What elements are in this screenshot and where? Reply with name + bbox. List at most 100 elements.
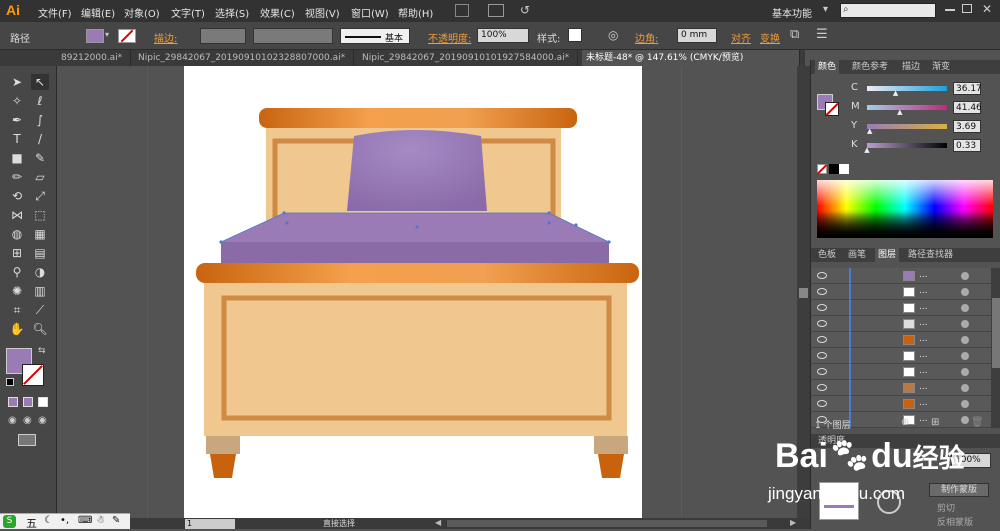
horizontal-scrollbar[interactable] <box>447 520 767 527</box>
menu-view[interactable]: 视图(V) <box>305 5 340 20</box>
punctuation-icon[interactable]: •, <box>60 515 69 526</box>
channel-value-field[interactable]: 36.17 <box>953 82 982 95</box>
menu-effect[interactable]: 效果(C) <box>260 5 295 20</box>
artboard[interactable] <box>184 66 642 518</box>
fill-swatch[interactable] <box>86 29 104 43</box>
column-graph-tool-icon[interactable]: ▥ <box>31 283 49 299</box>
color-mode-icon[interactable] <box>8 397 18 407</box>
clip-checkbox-label[interactable]: 剪切 <box>937 501 955 514</box>
gradient-mode-icon[interactable] <box>23 397 33 407</box>
tab-document-1[interactable]: 89212000.ai* <box>57 50 131 66</box>
slider-handle-icon[interactable]: ▲ <box>897 108 902 116</box>
chevron-down-icon[interactable]: ▾ <box>823 4 828 15</box>
layer-name[interactable]: ... <box>919 334 928 344</box>
target-circle-icon[interactable] <box>961 352 969 360</box>
target-circle-icon[interactable] <box>961 320 969 328</box>
layer-name[interactable]: ... <box>919 398 928 408</box>
tab-brushes[interactable]: 画笔 <box>845 248 869 262</box>
visibility-eye-icon[interactable] <box>817 336 827 343</box>
corner-field[interactable]: 0 mm <box>677 28 717 43</box>
zoom-tool-icon[interactable]: 🔍︎ <box>31 321 49 337</box>
delete-layer-icon[interactable]: 🗑︎ <box>971 417 984 428</box>
gradient-tool-icon[interactable]: ▤ <box>31 245 49 261</box>
black-swatch[interactable] <box>829 164 839 174</box>
type-tool-icon[interactable]: T <box>8 131 26 147</box>
visibility-eye-icon[interactable] <box>817 400 827 407</box>
target-circle-icon[interactable] <box>961 416 969 424</box>
panel-menu-icon[interactable]: ☰ <box>816 27 828 42</box>
skin-icon[interactable]: ☃ <box>96 515 105 526</box>
ime-logo-icon[interactable]: S <box>3 515 16 528</box>
layer-name[interactable]: ... <box>919 302 928 312</box>
channel-value-field[interactable]: 3.69 <box>953 120 981 133</box>
workspace-switcher[interactable]: 基本功能 <box>772 5 812 20</box>
search-input[interactable]: ⌕ <box>840 3 936 18</box>
target-circle-icon[interactable] <box>961 336 969 344</box>
channel-slider-track[interactable] <box>867 105 947 110</box>
width-tool-icon[interactable]: ⋈ <box>8 207 26 223</box>
symbol-sprayer-tool-icon[interactable]: ✺ <box>8 283 26 299</box>
graphic-style-swatch[interactable] <box>568 28 582 42</box>
direct-selection-tool-icon[interactable]: ↖ <box>31 74 49 90</box>
layer-row[interactable]: ... <box>811 300 991 316</box>
visibility-eye-icon[interactable] <box>817 288 827 295</box>
opacity-field[interactable]: 100% <box>477 28 529 43</box>
lasso-tool-icon[interactable]: ℓ <box>31 93 49 109</box>
menu-edit[interactable]: 编辑(E) <box>81 5 115 20</box>
bridge-icon[interactable] <box>455 4 469 17</box>
transform-link[interactable]: 变换 <box>760 30 780 45</box>
visibility-eye-icon[interactable] <box>817 384 827 391</box>
layer-name[interactable]: ... <box>919 350 928 360</box>
brush-definition[interactable]: 基本 <box>340 28 410 44</box>
mesh-tool-icon[interactable]: ⊞ <box>8 245 26 261</box>
eyedropper-tool-icon[interactable]: ⚲ <box>8 264 26 280</box>
tab-color-guide[interactable]: 颜色参考 <box>849 60 891 74</box>
visibility-eye-icon[interactable] <box>817 368 827 375</box>
stroke-swatch[interactable] <box>118 29 136 43</box>
make-mask-button[interactable]: 制作蒙版 <box>929 483 989 497</box>
layer-row[interactable]: ... <box>811 268 991 284</box>
tab-gradient[interactable]: 渐变 <box>929 60 953 74</box>
draw-inside-icon[interactable]: ◉ <box>38 415 47 426</box>
align-link[interactable]: 对齐 <box>731 30 751 45</box>
target-circle-icon[interactable] <box>961 272 969 280</box>
slider-handle-icon[interactable]: ▲ <box>864 146 869 154</box>
screen-mode-icon[interactable] <box>18 434 36 446</box>
channel-value-field[interactable]: 41.46 <box>953 101 982 114</box>
tab-document-2[interactable]: Nipic_29842067_20190910102328807000.ai* <box>134 50 354 66</box>
menu-object[interactable]: 对象(O) <box>124 5 160 20</box>
panel-stroke-swatch[interactable] <box>825 102 839 117</box>
default-colors-icon[interactable] <box>6 378 14 386</box>
tab-color[interactable]: 颜色 <box>815 60 840 74</box>
close-icon[interactable]: ✕ <box>982 2 992 16</box>
layer-row[interactable]: ... <box>811 284 991 300</box>
slider-handle-icon[interactable]: ▲ <box>893 89 898 97</box>
menu-file[interactable]: 文件(F) <box>38 5 72 20</box>
curvature-tool-icon[interactable]: ∫ <box>31 112 49 128</box>
target-circle-icon[interactable] <box>961 384 969 392</box>
paintbrush-tool-icon[interactable]: ✎ <box>31 150 49 166</box>
selection-tool-icon[interactable]: ➤ <box>8 74 26 90</box>
chevron-down-icon[interactable]: ▾ <box>105 30 109 39</box>
sync-icon[interactable]: ↺ <box>520 3 530 17</box>
layer-name[interactable]: ... <box>919 270 928 280</box>
keyboard-icon[interactable]: ⌨ <box>78 515 92 526</box>
tools-icon[interactable]: ✎ <box>112 515 120 526</box>
canvas-area[interactable] <box>57 66 797 518</box>
visibility-eye-icon[interactable] <box>817 320 827 327</box>
new-layer-icon[interactable]: ⊕ <box>901 417 909 428</box>
target-circle-icon[interactable] <box>961 304 969 312</box>
tab-document-3[interactable]: Nipic_29842067_20190910101927584000.ai* <box>358 50 578 66</box>
invert-mask-checkbox-label[interactable]: 反相蒙版 <box>937 515 973 528</box>
artboard-tool-icon[interactable]: ⌗ <box>8 302 26 318</box>
recolor-icon[interactable]: ◎ <box>608 28 618 42</box>
channel-slider-track[interactable] <box>867 86 947 91</box>
slice-tool-icon[interactable]: ⟋ <box>31 302 49 318</box>
menu-help[interactable]: 帮助(H) <box>398 5 433 20</box>
hand-tool-icon[interactable]: ✋ <box>8 321 26 337</box>
target-circle-icon[interactable] <box>961 288 969 296</box>
tab-layers[interactable]: 图层 <box>875 248 900 262</box>
scale-tool-icon[interactable]: ⤢ <box>31 188 49 204</box>
magic-wand-tool-icon[interactable]: ✧ <box>8 93 26 109</box>
layer-row[interactable]: ... <box>811 348 991 364</box>
